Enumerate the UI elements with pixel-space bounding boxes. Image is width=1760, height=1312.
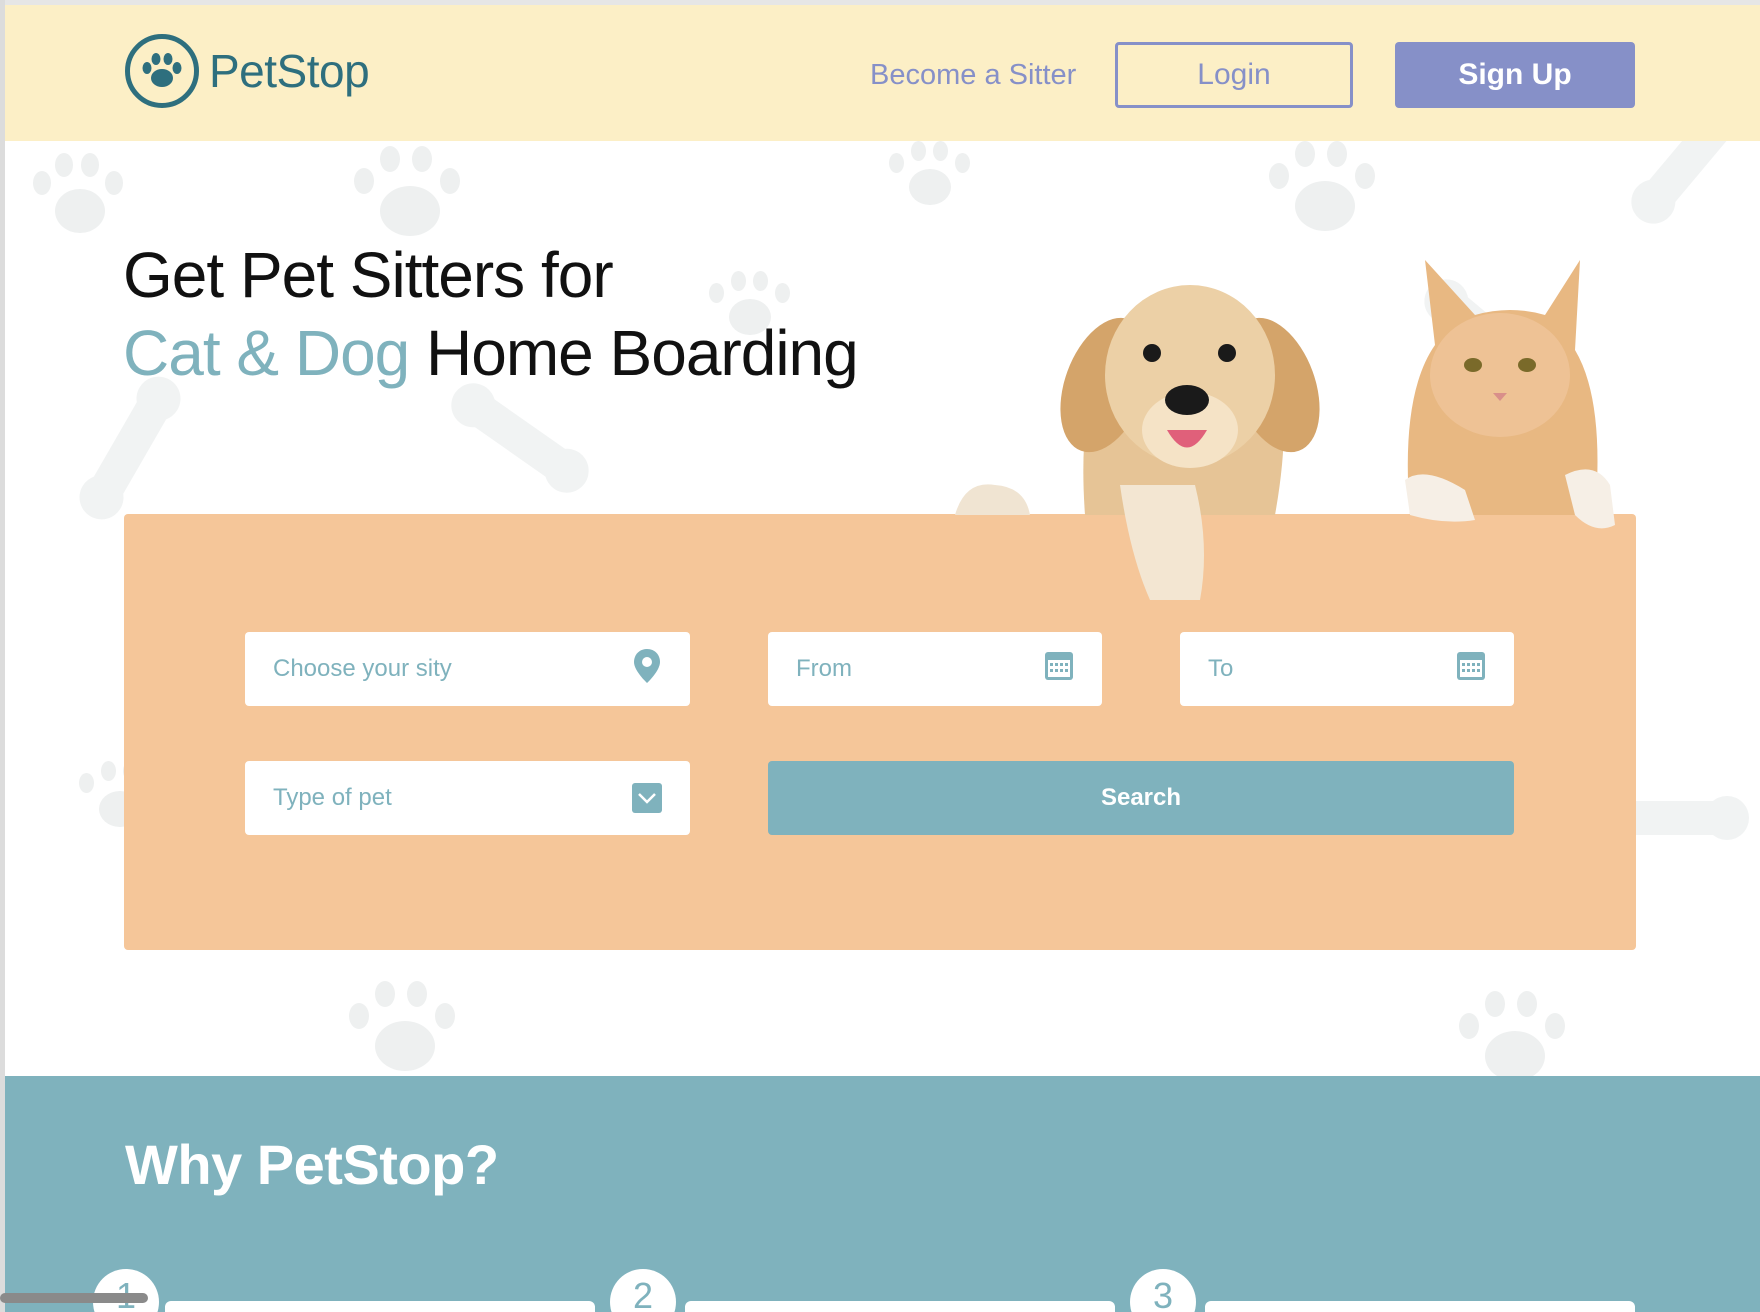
why-section: Why PetStop? 1 2 3: [5, 1076, 1760, 1312]
horizontal-scrollbar[interactable]: [0, 1293, 148, 1303]
step-card-1: [165, 1301, 595, 1312]
from-placeholder: From: [796, 655, 852, 682]
step-card-2: [685, 1301, 1115, 1312]
dog-illustration: [955, 285, 1320, 600]
calendar-icon: [1456, 651, 1486, 688]
from-date-input[interactable]: From: [768, 632, 1102, 706]
search-button[interactable]: Search: [768, 761, 1514, 835]
why-title: Why PetStop?: [125, 1133, 499, 1196]
city-input[interactable]: Choose your sity: [245, 632, 690, 706]
pet-type-select[interactable]: Type of pet: [245, 761, 690, 835]
hero-title: Get Pet Sitters for Cat & Dog Home Board…: [123, 236, 859, 392]
hero-title-line2: Cat & Dog Home Boarding: [123, 314, 859, 392]
location-pin-icon: [632, 648, 662, 691]
hero-title-line1: Get Pet Sitters for: [123, 239, 614, 311]
hero-title-rest: Home Boarding: [409, 317, 859, 389]
step-number-2: 2: [610, 1269, 676, 1312]
hero-title-accent: Cat & Dog: [123, 317, 410, 389]
logo-text: PetStop: [209, 45, 370, 97]
step-number-1: 1: [93, 1269, 159, 1312]
to-date-input[interactable]: To: [1180, 632, 1514, 706]
brand-logo[interactable]: PetStop: [125, 34, 370, 108]
cat-illustration: [1405, 260, 1615, 529]
dog-and-cat-image: [955, 260, 1615, 600]
city-placeholder: Choose your sity: [273, 655, 452, 682]
step-number-3: 3: [1130, 1269, 1196, 1312]
top-header: PetStop Become a Sitter Login Sign Up: [5, 5, 1760, 141]
chevron-down-icon: [632, 783, 662, 813]
paw-logo-icon: [125, 34, 199, 108]
become-sitter-link[interactable]: Become a Sitter: [870, 59, 1076, 92]
calendar-icon: [1044, 651, 1074, 688]
signup-button[interactable]: Sign Up: [1395, 42, 1635, 108]
to-placeholder: To: [1208, 655, 1234, 682]
pet-type-placeholder: Type of pet: [273, 784, 392, 811]
login-button[interactable]: Login: [1115, 42, 1353, 108]
step-card-3: [1205, 1301, 1635, 1312]
